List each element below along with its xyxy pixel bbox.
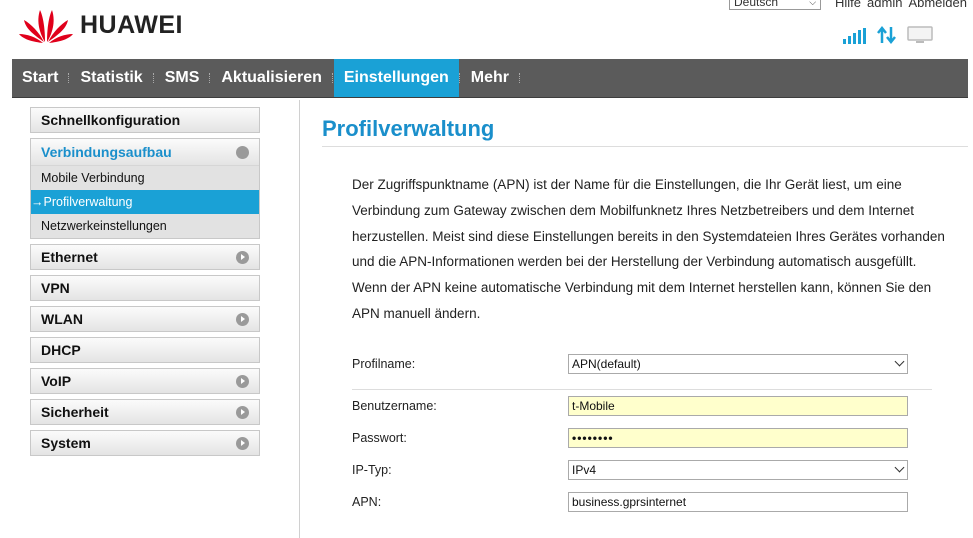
profile-name-label: Profilname:: [352, 357, 416, 371]
username-label: Benutzername:: [352, 399, 437, 413]
huawei-flower-icon: [19, 10, 73, 43]
language-select[interactable]: Deutsch ⌵: [729, 0, 822, 10]
sidebar-item-label: System: [41, 435, 91, 451]
sidebar-item-ethernet[interactable]: Ethernet: [30, 244, 260, 270]
sidebar-item-wlan[interactable]: WLAN: [30, 306, 260, 332]
brand-name: HUAWEI: [80, 10, 183, 39]
sidebar-item-label: DHCP: [41, 342, 81, 358]
chevron-down-icon: [236, 145, 249, 159]
user-link[interactable]: admin: [867, 0, 902, 10]
ip-type-value: IPv4: [572, 463, 597, 477]
status-icons: [843, 26, 935, 44]
ip-type-select[interactable]: IPv4: [568, 460, 908, 480]
nav-mehr[interactable]: Mehr: [461, 59, 519, 97]
profile-row: Profilname: APN(default): [352, 354, 932, 376]
sidebar-group-verbindungsaufbau: Verbindungsaufbau Mobile Verbindung →Pro…: [30, 138, 260, 239]
page-description: Der Zugriffspunktname (APN) ist der Name…: [352, 177, 945, 321]
sidebar-item-dhcp[interactable]: DHCP: [30, 337, 260, 363]
nav-sms[interactable]: SMS: [155, 59, 210, 97]
chevron-right-icon: [236, 374, 249, 388]
apn-profile-form: Profilname: APN(default) Benutzername: t…: [352, 354, 932, 512]
username-row: Benutzername: t-Mobile: [352, 396, 932, 418]
chevron-down-icon: [894, 462, 905, 473]
sidebar-subitem-profilverwaltung[interactable]: →Profilverwaltung: [31, 190, 259, 214]
chevron-right-icon: [236, 312, 249, 326]
nav-statistik[interactable]: Statistik: [70, 59, 152, 97]
title-divider: [322, 146, 968, 147]
nav-separator: [519, 73, 521, 83]
page-title: Profilverwaltung: [322, 116, 495, 141]
nav-aktualisieren[interactable]: Aktualisieren: [211, 59, 331, 97]
sidebar-item-schnellkonfiguration[interactable]: Schnellkonfiguration: [30, 107, 260, 133]
sidebar-item-label: VPN: [41, 280, 70, 296]
sidebar-item-label: WLAN: [41, 311, 83, 327]
apn-input[interactable]: business.gprsinternet: [568, 492, 908, 512]
sidebar-item-verbindungsaufbau[interactable]: Verbindungsaufbau: [31, 139, 259, 166]
main-nav: Start Statistik SMS Aktualisieren Einste…: [12, 59, 968, 98]
sidebar-subitem-mobile-verbindung[interactable]: Mobile Verbindung: [31, 166, 259, 190]
settings-sidebar: Schnellkonfiguration Verbindungsaufbau M…: [30, 107, 260, 461]
ip-type-label: IP-Typ:: [352, 463, 392, 477]
sidebar-item-label: Ethernet: [41, 249, 98, 265]
sidebar-item-vpn[interactable]: VPN: [30, 275, 260, 301]
header: HUAWEI Deutsch ⌵ Hilfe admin Abmelden: [0, 0, 973, 58]
chevron-right-icon: [236, 436, 249, 450]
chevron-right-icon: [236, 405, 249, 419]
huawei-logo: HUAWEI: [18, 4, 183, 44]
nav-start[interactable]: Start: [12, 59, 68, 97]
password-input[interactable]: ••••••••: [568, 428, 908, 448]
data-transfer-icon: [877, 26, 896, 44]
content-divider: [299, 100, 300, 538]
profile-name-value: APN(default): [572, 357, 641, 371]
sidebar-item-label: Schnellkonfiguration: [41, 112, 181, 128]
sidebar-item-label: VoIP: [41, 373, 72, 389]
sidebar-item-label: Sicherheit: [41, 404, 109, 420]
password-label: Passwort:: [352, 431, 407, 445]
apn-row: APN: business.gprsinternet: [352, 492, 932, 514]
top-right-bar: Deutsch ⌵ Hilfe admin Abmelden: [729, 0, 967, 10]
form-divider: [352, 389, 932, 390]
help-link[interactable]: Hilfe: [835, 0, 861, 10]
iptype-row: IP-Typ: IPv4: [352, 460, 932, 482]
sidebar-item-system[interactable]: System: [30, 430, 260, 456]
profile-name-select[interactable]: APN(default): [568, 354, 908, 374]
sidebar-subitem-netzwerkeinstellungen[interactable]: Netzwerkeinstellungen: [31, 214, 259, 238]
chevron-right-icon: [236, 250, 249, 264]
username-input[interactable]: t-Mobile: [568, 396, 908, 416]
signal-strength-icon: [843, 28, 866, 44]
monitor-icon: [907, 26, 933, 43]
password-row: Passwort: ••••••••: [352, 428, 932, 450]
sidebar-item-sicherheit[interactable]: Sicherheit: [30, 399, 260, 425]
chevron-down-icon: ⌵: [809, 0, 817, 7]
chevron-down-icon: [894, 356, 905, 367]
sidebar-item-voip[interactable]: VoIP: [30, 368, 260, 394]
sidebar-item-label: Verbindungsaufbau: [41, 144, 172, 160]
logout-link[interactable]: Abmelden: [908, 0, 967, 10]
nav-einstellungen[interactable]: Einstellungen: [333, 59, 459, 97]
language-value: Deutsch: [734, 0, 779, 9]
apn-label: APN:: [352, 495, 382, 509]
